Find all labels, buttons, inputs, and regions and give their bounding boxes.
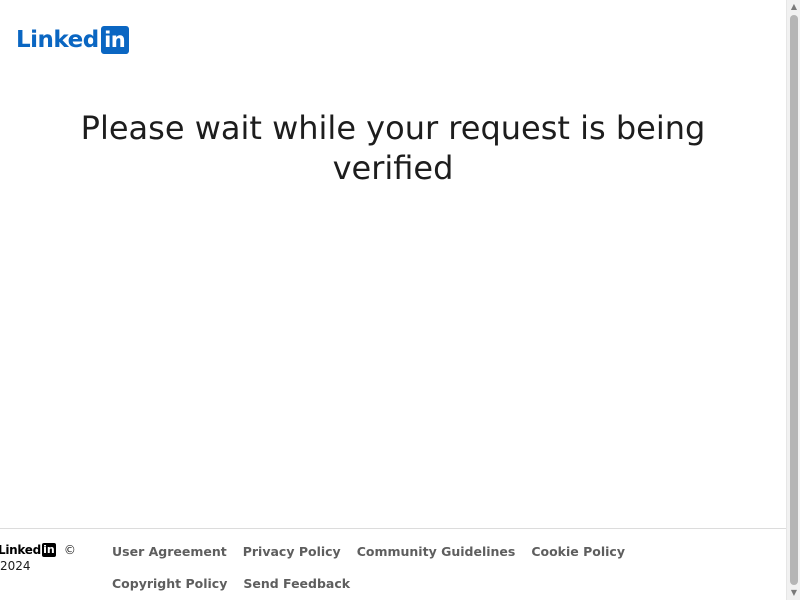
- page-title-text: Please wait while your request is being …: [80, 109, 706, 187]
- footer-brand: Linked in © 2024: [0, 541, 80, 574]
- logo-wordmark: Linked: [16, 27, 99, 53]
- community-guidelines-link[interactable]: Community Guidelines: [357, 536, 516, 568]
- footer: Linked in © 2024 User Agreement Privacy …: [0, 528, 786, 600]
- user-agreement-link[interactable]: User Agreement: [112, 536, 227, 568]
- linkedin-logo[interactable]: Linked in: [16, 26, 129, 54]
- footer-logo-wordmark: Linked: [0, 542, 41, 557]
- scroll-up-arrow-icon[interactable]: ▲: [787, 0, 800, 14]
- scrollbar-thumb[interactable]: [790, 15, 798, 585]
- scroll-down-arrow-icon[interactable]: ▼: [787, 586, 800, 600]
- copyright-policy-link[interactable]: Copyright Policy: [112, 568, 227, 600]
- main-content: Linked in Please wait while your request…: [0, 0, 786, 600]
- logo-in-box: in: [100, 26, 129, 54]
- send-feedback-link[interactable]: Send Feedback: [243, 568, 350, 600]
- page-title: Please wait while your request is being …: [0, 108, 786, 188]
- vertical-scrollbar[interactable]: ▲ ▼: [786, 0, 800, 600]
- footer-linkedin-logo: Linked in: [0, 542, 56, 558]
- cookie-policy-link[interactable]: Cookie Policy: [531, 536, 625, 568]
- footer-logo-in-box: in: [41, 542, 56, 557]
- privacy-policy-link[interactable]: Privacy Policy: [243, 536, 341, 568]
- footer-links: User Agreement Privacy Policy Community …: [112, 536, 772, 600]
- page: Linked in Please wait while your request…: [0, 0, 800, 600]
